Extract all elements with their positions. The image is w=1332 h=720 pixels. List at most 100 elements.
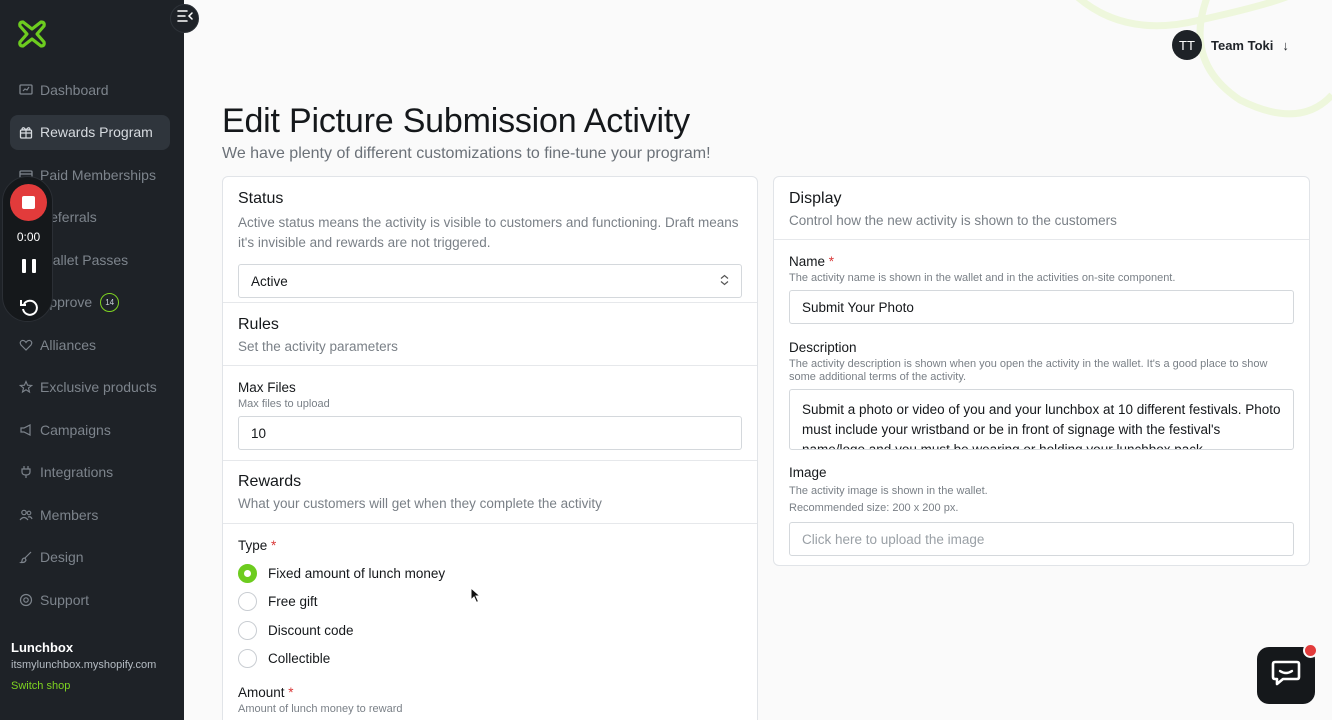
user-menu[interactable]: TT Team Toki ↓	[1172, 30, 1289, 60]
display-fields: Name * The activity name is shown in the…	[774, 240, 1309, 556]
radio-label: Free gift	[268, 594, 318, 610]
gift-icon	[19, 125, 33, 139]
sidebar-item-label: Dashboard	[40, 81, 109, 98]
radio-fixed-amount[interactable]: Fixed amount of lunch money	[238, 559, 742, 588]
plug-icon	[19, 465, 33, 479]
rewards-description: What your customers will get when they c…	[238, 496, 602, 511]
sidebar-item-label: Rewards Program	[40, 124, 153, 140]
status-description: Active status means the activity is visi…	[238, 215, 739, 250]
status-select[interactable]: Active	[238, 264, 742, 298]
max-files-field: Max Files Max files to upload 10	[223, 366, 757, 460]
sidebar-item-alliances[interactable]: Alliances	[10, 327, 170, 362]
shop-info: Lunchbox itsmylunchbox.myshopify.com Swi…	[11, 640, 156, 692]
dashboard-icon	[19, 83, 33, 97]
pause-icon[interactable]	[22, 259, 36, 273]
chat-icon	[1271, 659, 1301, 692]
mouse-cursor-icon	[470, 587, 481, 604]
switch-shop-link[interactable]: Switch shop	[11, 680, 156, 692]
radio-discount-code[interactable]: Discount code	[238, 616, 742, 645]
screen-recorder-widget: 0:00	[2, 176, 53, 322]
description-textarea[interactable]: Submit a photo or video of you and your …	[789, 389, 1294, 450]
name-input[interactable]: Submit Your Photo	[789, 290, 1294, 324]
display-description: Control how the new activity is shown to…	[789, 213, 1117, 228]
sidebar-item-campaigns[interactable]: Campaigns	[10, 412, 170, 447]
sidebar-item-label: Support	[40, 591, 90, 608]
rules-description: Set the activity parameters	[238, 339, 398, 354]
sidebar-item-dashboard[interactable]: Dashboard	[10, 72, 170, 107]
image-help: The activity image is shown in the walle…	[789, 485, 988, 497]
radio-free-gift[interactable]: Free gift	[238, 588, 742, 617]
sidebar-item-label: Design	[40, 549, 84, 565]
decorative-swirl	[1075, 0, 1332, 118]
type-label: Type *	[238, 538, 277, 553]
status-title: Status	[238, 190, 284, 207]
sidebar-item-integrations[interactable]: Integrations	[10, 455, 170, 490]
page-title: Edit Picture Submission Activity	[222, 102, 690, 140]
sidebar-item-rewards-program[interactable]: Rewards Program	[10, 114, 170, 150]
status-section: Status Active status means the activity …	[223, 177, 757, 302]
display-settings-card: Display Control how the new activity is …	[773, 176, 1310, 566]
sidebar-item-label: Campaigns	[40, 421, 111, 438]
radio-label: Discount code	[268, 622, 354, 638]
max-files-help: Max files to upload	[238, 398, 330, 410]
display-section-header: Display Control how the new activity is …	[774, 177, 1309, 239]
rewards-section-header: Rewards What your customers will get whe…	[223, 461, 757, 523]
users-icon	[19, 508, 33, 522]
image-label: Image	[789, 465, 827, 480]
star-icon	[19, 380, 33, 394]
notification-dot	[1303, 643, 1318, 658]
amount-label: Amount *	[238, 685, 294, 700]
sidebar-nav: Dashboard Rewards Program Paid Membershi…	[10, 72, 170, 625]
arrow-down-icon: ↓	[1282, 37, 1289, 53]
sidebar-item-label: Members	[40, 506, 99, 523]
amount-help: Amount of lunch money to reward	[238, 703, 403, 715]
sidebar-item-label: Wallet Passes	[40, 251, 129, 268]
sidebar-item-members[interactable]: Members	[10, 497, 170, 532]
radio-unselected-icon	[238, 649, 257, 669]
sidebar: Dashboard Rewards Program Paid Membershi…	[0, 0, 184, 720]
help-icon	[19, 593, 33, 607]
collapse-sidebar-button[interactable]	[170, 4, 199, 33]
description-label: Description	[789, 340, 857, 355]
radio-label: Collectible	[268, 651, 331, 667]
description-help: The activity description is shown when y…	[789, 358, 1268, 383]
page-subtitle: We have plenty of different customizatio…	[222, 145, 711, 162]
stop-icon	[22, 196, 35, 209]
radio-label: Fixed amount of lunch money	[268, 565, 446, 581]
name-help: The activity name is shown in the wallet…	[789, 272, 1176, 284]
radio-selected-icon	[238, 563, 257, 583]
radio-collectible[interactable]: Collectible	[238, 645, 742, 674]
sidebar-item-label: Integrations	[40, 464, 114, 480]
activity-settings-card: Status Active status means the activity …	[222, 176, 758, 720]
name-label: Name *	[789, 254, 835, 269]
display-title: Display	[789, 190, 842, 207]
sidebar-item-label: Exclusive products	[40, 379, 157, 395]
shop-name: Lunchbox	[11, 640, 74, 655]
restart-icon[interactable]	[19, 297, 39, 317]
sidebar-item-label: Alliances	[40, 336, 97, 353]
image-upload-input[interactable]: Click here to upload the image	[789, 522, 1294, 556]
menu-collapse-icon	[176, 9, 193, 28]
rules-section-header: Rules Set the activity parameters	[223, 303, 757, 365]
reward-type-radio-group: Fixed amount of lunch money Free gift Di…	[238, 559, 742, 673]
stop-recording-button[interactable]	[10, 184, 47, 221]
rules-title: Rules	[238, 316, 279, 333]
lunchbox-logo-icon[interactable]	[17, 19, 47, 49]
approve-count-badge: 14	[100, 292, 120, 312]
max-files-input[interactable]: 10	[238, 416, 742, 450]
radio-unselected-icon	[238, 620, 257, 640]
avatar: TT	[1172, 30, 1202, 60]
radio-unselected-icon	[238, 592, 257, 612]
sidebar-item-label: Paid Memberships	[40, 166, 156, 183]
max-files-label: Max Files	[238, 380, 296, 395]
sidebar-item-exclusive-products[interactable]: Exclusive products	[10, 370, 170, 405]
heart-handshake-icon	[19, 338, 33, 352]
sidebar-item-design[interactable]: Design	[10, 540, 170, 575]
sidebar-item-support[interactable]: Support	[10, 582, 170, 617]
megaphone-icon	[19, 423, 33, 437]
user-name: Team Toki	[1211, 37, 1274, 53]
reward-type-field: Type * Fixed amount of lunch money Free …	[223, 524, 757, 716]
brush-icon	[19, 550, 33, 564]
image-size-help: Recommended size: 200 x 200 px.	[789, 502, 959, 514]
shop-url: itsmylunchbox.myshopify.com	[11, 659, 157, 671]
